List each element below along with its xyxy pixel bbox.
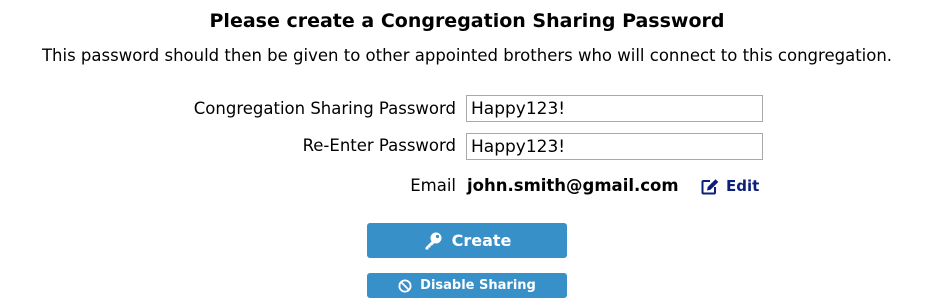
ban-icon (398, 279, 412, 293)
disable-sharing-label: Disable Sharing (420, 278, 536, 293)
reenter-password-input[interactable] (466, 133, 763, 160)
email-label: Email (410, 176, 456, 195)
email-value: john.smith@gmail.com (467, 176, 679, 195)
page-subtitle: This password should then be given to ot… (41, 46, 893, 65)
password-input[interactable] (466, 95, 763, 122)
password-label: Congregation Sharing Password (193, 99, 456, 118)
edit-email-link[interactable]: Edit (701, 174, 759, 198)
create-button[interactable]: Create (367, 223, 567, 258)
edit-link-label: Edit (726, 177, 760, 195)
page-title: Please create a Congregation Sharing Pas… (209, 10, 725, 32)
reenter-password-label: Re-Enter Password (302, 136, 456, 155)
edit-icon (701, 178, 720, 195)
key-icon (423, 231, 443, 251)
disable-sharing-button[interactable]: Disable Sharing (367, 273, 567, 298)
create-button-label: Create (451, 231, 512, 250)
